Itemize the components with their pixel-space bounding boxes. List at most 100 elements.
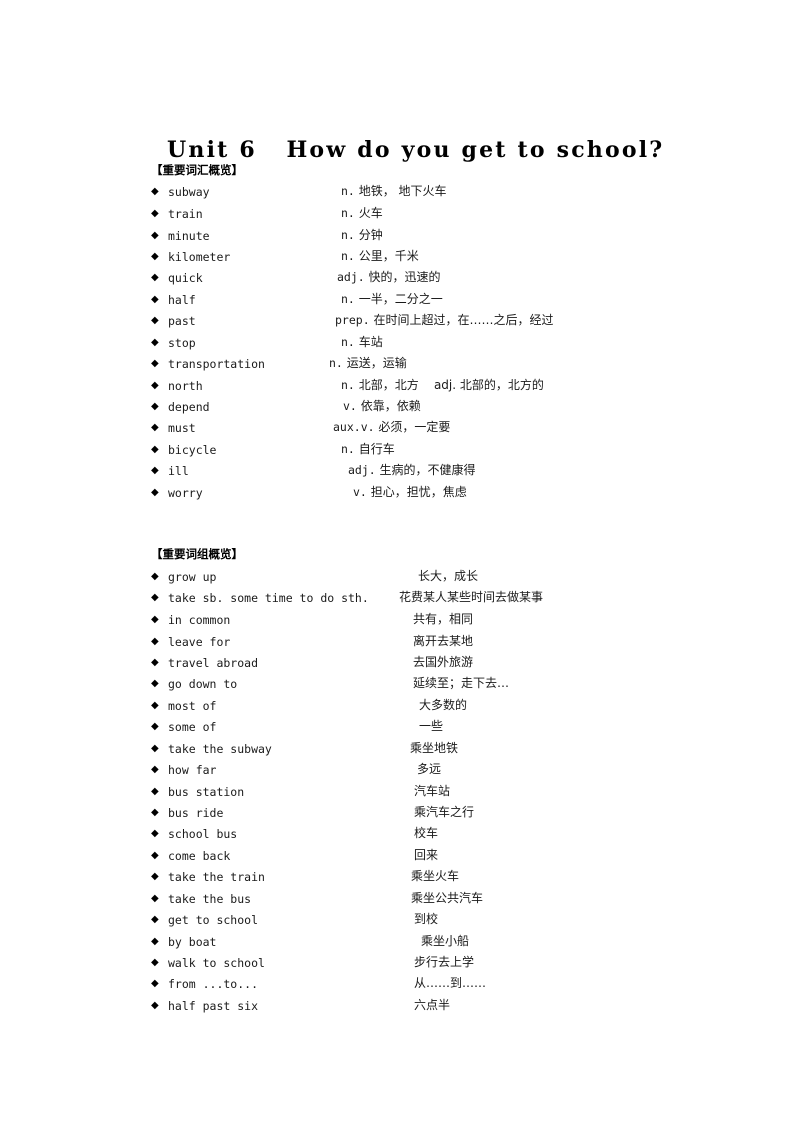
phrase-entry-definition: 回来 <box>414 848 438 863</box>
phrase-entry-row: ◆ by boat 乘坐小船 <box>0 934 793 957</box>
diamond-bullet-icon: ◆ <box>151 208 159 219</box>
phrase-entry-definition: 去国外旅游 <box>413 655 473 670</box>
vocabulary-entry-meaning: 快的，迅速的 <box>368 270 441 284</box>
phrase-entry-definition: 长大，成长 <box>418 569 478 584</box>
vocabulary-entry-part-of-speech: n. <box>341 378 355 392</box>
diamond-bullet-icon: ◆ <box>151 592 159 603</box>
phrase-entry-row: ◆ bus ride 乘汽车之行 <box>0 805 793 828</box>
vocabulary-entry-part-of-speech: n. <box>341 292 355 306</box>
phrase-entry-row: ◆ walk to school 步行去上学 <box>0 955 793 978</box>
phrase-entry-row: ◆ go down to 延续至；走下去… <box>0 676 793 699</box>
phrase-entry-definition: 延续至；走下去… <box>413 676 509 691</box>
vocabulary-entry-definition: aux.v. 必须，一定要 <box>333 420 450 435</box>
vocabulary-entry-row: ◆ stop n. 车站 <box>0 335 793 358</box>
vocabulary-entry-meaning: 一半，二分之一 <box>358 292 443 306</box>
diamond-bullet-icon: ◆ <box>151 850 159 861</box>
vocabulary-entry-row: ◆ past prep. 在时间上超过，在……之后，经过 <box>0 313 793 336</box>
vocabulary-entry-term: bicycle <box>168 443 217 457</box>
vocabulary-entry-term: transportation <box>168 357 265 371</box>
phrase-entry-row: ◆ school bus 校车 <box>0 826 793 849</box>
vocabulary-entry-term: subway <box>168 185 210 199</box>
page-title: Unit 6 How do you get to school? <box>167 136 665 163</box>
phrase-entry-row: ◆ get to school 到校 <box>0 912 793 935</box>
phrase-entry-term: bus station <box>168 785 245 799</box>
diamond-bullet-icon: ◆ <box>151 422 159 433</box>
phrase-entry-definition: 乘坐地铁 <box>410 741 458 756</box>
vocabulary-entry-row: ◆ ill adj. 生病的，不健康得 <box>0 463 793 486</box>
phrase-entry-definition: 汽车站 <box>414 784 450 799</box>
vocabulary-entry-row: ◆ worry v. 担心，担忧，焦虑 <box>0 485 793 508</box>
phrase-entry-definition: 一些 <box>419 719 443 734</box>
phrase-entry-term: school bus <box>168 827 238 841</box>
vocabulary-entry-meaning: 在时间上超过，在……之后，经过 <box>373 313 554 327</box>
phrase-entry-meaning: 多远 <box>417 762 442 776</box>
vocabulary-entry-row: ◆ depend v. 依靠，依赖 <box>0 399 793 422</box>
vocabulary-entry-definition: n. 车站 <box>341 335 383 350</box>
phrase-entry-term: half past six <box>168 999 259 1013</box>
diamond-bullet-icon: ◆ <box>151 743 159 754</box>
phrase-entry-meaning: 延续至；走下去… <box>413 676 510 690</box>
phrase-entry-row: ◆ bus station 汽车站 <box>0 784 793 807</box>
vocabulary-entry-term: quick <box>168 271 203 285</box>
vocabulary-entry-definition: n. 分钟 <box>341 228 383 243</box>
phrase-entry-term: come back <box>168 849 231 863</box>
phrase-entry-meaning: 乘坐地铁 <box>410 741 459 755</box>
vocabulary-entry-row: ◆ kilometer n. 公里，千米 <box>0 249 793 272</box>
diamond-bullet-icon: ◆ <box>151 444 159 455</box>
vocabulary-entry-part-of-speech: prep. <box>335 313 370 327</box>
diamond-bullet-icon: ◆ <box>151 828 159 839</box>
phrase-entry-definition: 乘汽车之行 <box>414 805 474 820</box>
vocabulary-entry-term: train <box>168 207 203 221</box>
vocabulary-entry-definition: adj. 快的，迅速的 <box>337 270 441 285</box>
diamond-bullet-icon: ◆ <box>151 657 159 668</box>
phrase-entry-meaning: 花费某人某些时间去做某事 <box>399 590 544 604</box>
phrase-entry-term: leave for <box>168 635 231 649</box>
phrase-entry-term: take the subway <box>168 742 272 756</box>
phrase-entry-term: take sb. some time to do sth. <box>168 591 369 605</box>
diamond-bullet-icon: ◆ <box>151 465 159 476</box>
vocabulary-entry-meaning: 自行车 <box>358 442 395 456</box>
phrase-entry-meaning: 步行去上学 <box>414 955 475 969</box>
vocabulary-entry-part-of-speech: n. <box>341 206 355 220</box>
phrase-entry-definition: 大多数的 <box>419 698 467 713</box>
vocabulary-entry-definition: v. 依靠，依赖 <box>343 399 421 414</box>
vocabulary-entry-definition: n. 公里，千米 <box>341 249 419 264</box>
phrase-entry-definition: 乘坐公共汽车 <box>411 891 483 906</box>
diamond-bullet-icon: ◆ <box>151 914 159 925</box>
phrase-entry-row: ◆ half past six 六点半 <box>0 998 793 1021</box>
vocabulary-entry-meaning: 北部，北方 adj. 北部的，北方的 <box>358 378 544 392</box>
phrase-entry-term: in common <box>168 613 231 627</box>
diamond-bullet-icon: ◆ <box>151 358 159 369</box>
phrase-entry-definition: 乘坐火车 <box>411 869 459 884</box>
diamond-bullet-icon: ◆ <box>151 401 159 412</box>
phrase-entry-definition: 离开去某地 <box>413 634 473 649</box>
vocabulary-entry-definition: n. 地铁， 地下火车 <box>341 184 447 199</box>
vocabulary-entry-meaning: 分钟 <box>358 228 383 242</box>
phrase-entry-term: take the train <box>168 870 265 884</box>
phrase-entry-meaning: 乘汽车之行 <box>414 805 475 819</box>
phrase-entry-definition: 到校 <box>414 912 438 927</box>
diamond-bullet-icon: ◆ <box>151 294 159 305</box>
vocabulary-entry-row: ◆ minute n. 分钟 <box>0 228 793 251</box>
phrase-entry-meaning: 到校 <box>414 912 439 926</box>
vocabulary-entry-definition: n. 一半，二分之一 <box>341 292 443 307</box>
phrase-entry-term: by boat <box>168 935 217 949</box>
vocabulary-entry-term: depend <box>168 400 210 414</box>
phrase-entry-term: bus ride <box>168 806 224 820</box>
vocabulary-entry-definition: n. 火车 <box>341 206 383 221</box>
diamond-bullet-icon: ◆ <box>151 957 159 968</box>
vocabulary-entry-row: ◆ half n. 一半，二分之一 <box>0 292 793 315</box>
diamond-bullet-icon: ◆ <box>151 893 159 904</box>
phrase-entry-row: ◆ most of 大多数的 <box>0 698 793 721</box>
phrase-entry-term: go down to <box>168 677 238 691</box>
vocabulary-entry-part-of-speech: n. <box>341 249 355 263</box>
diamond-bullet-icon: ◆ <box>151 571 159 582</box>
phrase-entry-definition: 六点半 <box>414 998 450 1013</box>
diamond-bullet-icon: ◆ <box>151 337 159 348</box>
vocabulary-entry-row: ◆ bicycle n. 自行车 <box>0 442 793 465</box>
phrase-entry-term: take the bus <box>168 892 252 906</box>
phrase-entry-meaning: 从……到…… <box>414 976 487 990</box>
vocabulary-entry-meaning: 运送，运输 <box>346 356 407 370</box>
vocabulary-entry-meaning: 依靠，依赖 <box>360 399 421 413</box>
vocabulary-section-heading: 【重要词汇概览】 <box>151 163 243 177</box>
